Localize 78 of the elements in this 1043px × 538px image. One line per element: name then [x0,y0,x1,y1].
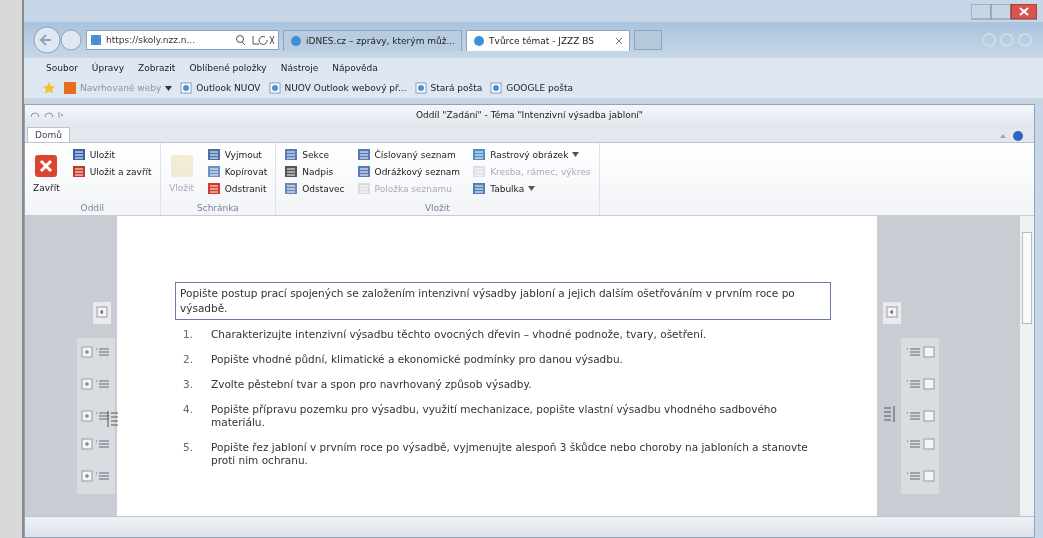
favorites-link[interactable]: NUOV Outlook webový př... [268,82,407,94]
bullet-list-button[interactable]: Odrážkový seznam [354,164,463,179]
ribbon-group-label: Oddíl [79,203,106,215]
paragraph-handle-icon[interactable] [96,306,108,318]
paragraph-button[interactable]: Odstavec [282,181,347,196]
list-bracket-icon [883,406,895,422]
delete-button[interactable]: Odstranit [204,181,270,196]
list-item-text: Popište řez jabloní v prvním roce po výsadbě, vyjmenujte alespoň 3 škůdce nebo choroby na jabloních a stanovte proti nim ochranu. [211,441,809,467]
browser-tab[interactable]: iDNES.cz – zprávy, kterým můž... [283,29,463,51]
menu-item[interactable]: Nástroje [280,63,319,73]
list-bracket-icon [107,411,119,427]
page-icon [490,82,503,94]
menu-item[interactable]: Zobrazit [138,63,176,73]
new-tab-button[interactable] [634,30,663,50]
item-handle-icon[interactable] [81,346,111,358]
item-handle-icon[interactable] [905,378,935,390]
globe-icon [290,34,302,47]
list-number: 5. [183,441,193,455]
caret-icon [572,152,580,157]
table-button[interactable]: Tabulka [470,181,593,196]
item-handle-icon[interactable] [905,438,935,450]
ribbon-group-label: Schránka [196,203,240,215]
item-handle-icon[interactable] [81,438,111,450]
numbered-list-button[interactable]: Číslovaný seznam [354,147,463,162]
favorites-star-icon[interactable] [42,81,56,95]
section-button[interactable]: Sekce [282,147,347,162]
site-icon [64,82,76,94]
page-icon [414,82,427,94]
ribbon-group-label: Vložit [423,203,451,215]
heading-button[interactable]: Nadpis [282,164,347,179]
item-handle-icon[interactable] [905,470,935,482]
browser-tab[interactable]: Tvůrce témat - JZZZ BS [466,29,631,51]
save-close-button[interactable]: Uložit a zavřít [69,164,154,179]
menu-item[interactable]: Nápověda [332,63,378,73]
floppy-disk-button[interactable]: Uložit [69,147,154,162]
item-handle-icon[interactable] [81,378,111,390]
favorites-link[interactable]: GOOGLE pošta [490,82,573,94]
back-button[interactable] [32,25,62,55]
list-number: 1. [183,328,193,341]
page-icon [180,82,193,94]
globe-icon [473,34,486,47]
page-icon [90,34,102,46]
copy-button[interactable]: Kopírovat [204,164,270,179]
caret-icon [165,85,173,91]
paragraph-handle-icon[interactable] [886,306,898,318]
favorites-link[interactable]: Outlook NUOV [180,82,261,94]
list-number: 2. [183,353,193,366]
item-handle-icon[interactable] [905,346,935,358]
list-item-text: Charakterizujte intenzivní výsadbu těchto ovocných dřevin – vhodné podnože, tvary, ošetření. [211,328,707,341]
list-item-text: Zvolte pěstební tvar a spon pro navrhovaný způsob výsadby. [211,378,532,391]
menu-item[interactable]: Úpravy [91,63,124,73]
menu-item[interactable]: Oblíbené položky [189,63,267,73]
toolbar-icons[interactable] [981,32,1033,48]
page-icon [268,82,281,94]
window-controls[interactable] [971,4,1037,20]
menu-item[interactable]: Soubor [46,63,78,73]
close-button[interactable]: Zavřít [31,147,62,199]
list-number: 4. [183,403,193,417]
image-button[interactable]: Rastrový obrázek [470,147,593,162]
scrollbar-thumb[interactable] [1022,232,1032,324]
paragraph-box[interactable]: Popište postup prací spojených se založením intenzivní výsadby jabloní a jejich dalším ošetřováním v prvním roce po výsadbě. [175,282,831,320]
paragraph-text: Popište postup prací spojených se založením intenzivní výsadby jabloní a jejich dalším ošetřováním v prvním roce po výsadbě. [180,287,795,314]
item-handle-icon[interactable] [905,410,935,422]
ribbon-tab[interactable]: Domů [27,127,70,142]
favorites-link[interactable]: Stará pošta [414,82,483,94]
close-icon[interactable] [615,36,624,45]
scissors-button[interactable]: Vyjmout [204,147,270,162]
item-handle-icon[interactable] [81,470,111,482]
undo-redo-icon[interactable] [29,109,65,120]
address-bar[interactable]: https://skoly.nzz.n... [86,30,279,50]
list-item-text: Popište vhodné půdní, klimatické a ekonomické podmínky pro danou výsadbu. [211,353,623,366]
address-tools-icon[interactable] [235,34,275,46]
vertical-scrollbar[interactable] [1019,216,1034,516]
list-number: 3. [183,378,193,391]
window-title: Oddíl "Zadání" - Téma "Intenzivní výsadba jabloní" [416,109,643,120]
list-item-text: Popište přípravu pozemku pro výsadbu, využití mechanizace, popište vlastní výsadbu vhodného sadbového materiálu. [211,403,778,429]
forward-button[interactable] [60,29,82,51]
caret-icon [528,186,536,191]
